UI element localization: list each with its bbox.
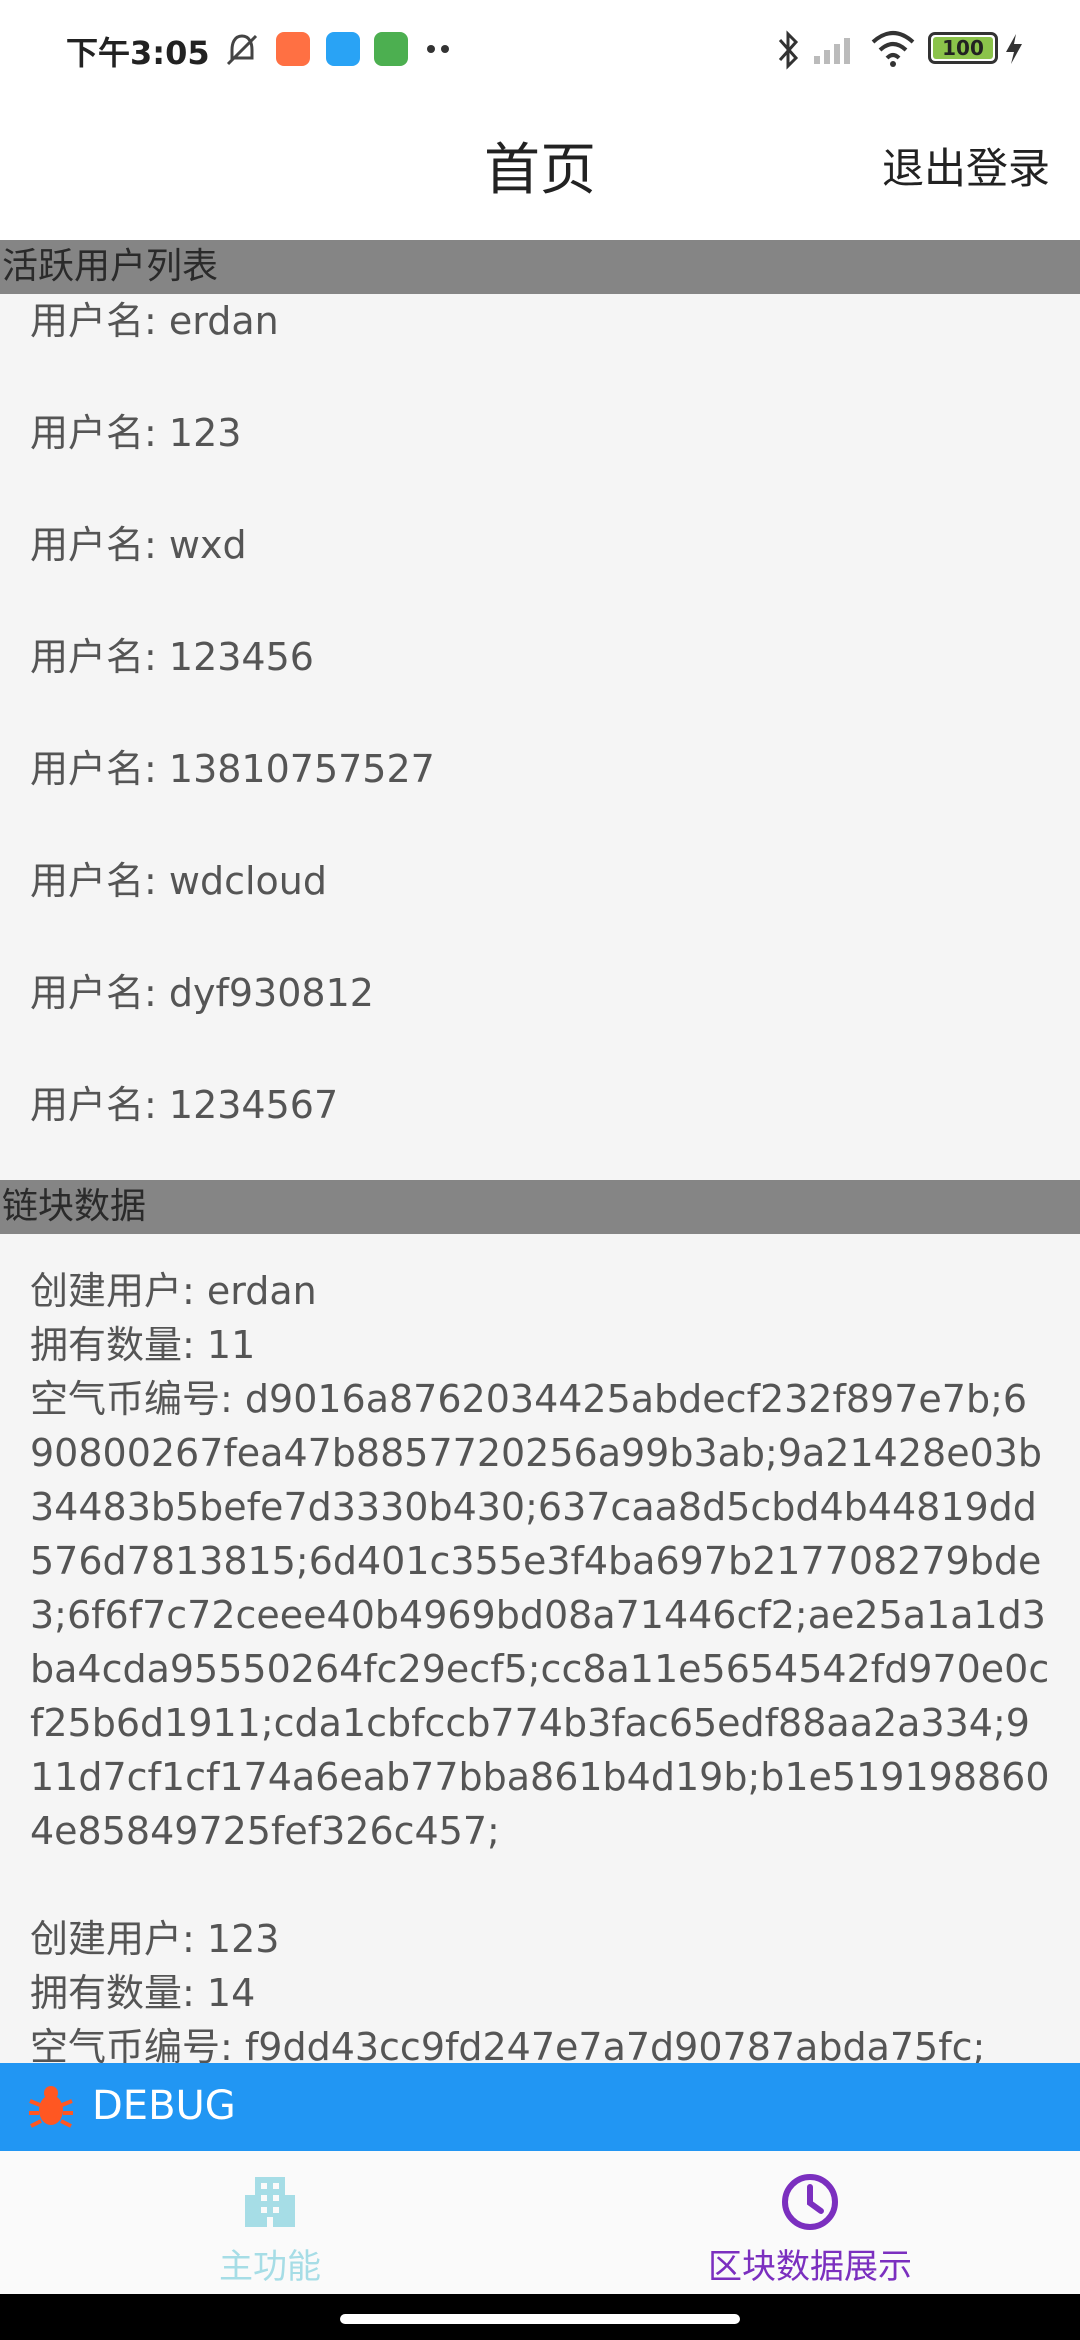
user-label: 用户名: [30,523,169,567]
username: dyf930812 [168,971,374,1015]
creator-value: 123 [206,1917,280,1961]
gesture-area [0,2294,1080,2340]
bottom-nav: 主功能 区块数据展示 [0,2151,1080,2294]
bluetooth-icon [778,30,799,70]
section-header-chain-data: 链块数据 [0,1180,1080,1234]
username: 123 [168,411,242,455]
wifi-icon [871,31,915,67]
count-value: 11 [206,1323,256,1367]
content-scroll[interactable]: 活跃用户列表 用户名: erdan 用户名: 123 用户名: wxd 用户名:… [0,240,1080,2063]
chain-record: 创建用户: erdan 拥有数量: 11 空气币编号: d9016a876203… [30,1264,1050,1858]
coins-line: 空气币编号: d9016a8762034425abdecf232f897e7b;… [30,1372,1050,1858]
clock-icon [782,2174,838,2230]
section-header-active-users: 活跃用户列表 [0,240,1080,294]
nav-item-block-data[interactable]: 区块数据展示 [540,2151,1080,2294]
active-user-list: 用户名: erdan 用户名: 123 用户名: wxd 用户名: 123456… [0,294,1080,1180]
user-list-item: 用户名: erdan [0,294,1080,406]
creator-value: erdan [206,1269,317,1313]
creator-label: 创建用户: [30,1269,207,1313]
nav-label: 区块数据展示 [708,2247,912,2287]
user-label: 用户名: [30,1083,169,1127]
debug-label: DEBUG [92,2083,236,2129]
nav-item-main-function[interactable]: 主功能 [0,2151,540,2294]
user-list-item: 用户名: wdcloud [0,854,1080,966]
user-label: 用户名: [30,971,169,1015]
username: erdan [168,299,279,343]
app-header: 首页 退出登录 [0,95,1080,240]
count-line: 拥有数量: 14 [30,1966,1050,2020]
status-bar: 下午3:05 100 [0,0,1080,95]
username: 1234567 [168,1083,339,1127]
mute-icon [226,34,258,66]
user-label: 用户名: [30,859,169,903]
battery-level: 100 [942,36,984,60]
count-value: 14 [206,1971,256,2015]
username: 13810757527 [168,747,435,791]
username: 123456 [168,635,314,679]
coins-line: 空气币编号: f9dd43cc9fd247e7a7d90787abda75fc; [30,2020,1050,2063]
count-line: 拥有数量: 11 [30,1318,1050,1372]
user-list-item: 用户名: wxd [0,518,1080,630]
user-list-item: 用户名: 13810757527 [0,742,1080,854]
coins-label: 空气币编号: [30,1377,245,1421]
count-label: 拥有数量: [30,1971,207,2015]
user-label: 用户名: [30,299,169,343]
app-notification-icon [374,32,408,66]
coins-value: d9016a8762034425abdecf232f897e7b;6908002… [30,1377,1050,1853]
user-list-item: 用户名: 1234567 [0,1078,1080,1180]
user-list-item: 用户名: 123 [0,406,1080,518]
coins-value: f9dd43cc9fd247e7a7d90787abda75fc; [244,2025,986,2063]
nav-label: 主功能 [219,2247,321,2287]
user-label: 用户名: [30,747,169,791]
user-label: 用户名: [30,635,169,679]
creator-line: 创建用户: erdan [30,1264,1050,1318]
bug-icon [29,2086,73,2128]
app-screen: 下午3:05 100 首页 退出登录 活跃用户列表 用户名: erdan 用户名… [0,0,1080,2340]
debug-bar[interactable]: DEBUG [0,2063,1080,2151]
creator-label: 创建用户: [30,1917,207,1961]
app-notification-icon [276,32,310,66]
count-label: 拥有数量: [30,1323,207,1367]
user-label: 用户名: [30,411,169,455]
battery-icon: 100 [928,32,998,64]
username: wxd [168,523,247,567]
building-icon [245,2177,295,2227]
more-icon [427,45,449,53]
signal-icon [814,38,850,64]
creator-line: 创建用户: 123 [30,1912,1050,1966]
username: wdcloud [168,859,327,903]
user-list-item: 用户名: 123456 [0,630,1080,742]
chain-record: 创建用户: 123 拥有数量: 14 空气币编号: f9dd43cc9fd247… [30,1912,1050,2063]
user-list-item: 用户名: dyf930812 [0,966,1080,1078]
app-notification-icon [326,32,360,66]
chain-data-list: 创建用户: erdan 拥有数量: 11 空气币编号: d9016a876203… [0,1234,1080,2063]
logout-button[interactable]: 退出登录 [882,135,1050,196]
status-time: 下午3:05 [66,34,210,72]
coins-label: 空气币编号: [30,2025,245,2063]
home-indicator[interactable] [340,2314,740,2324]
charging-icon [1006,34,1022,64]
